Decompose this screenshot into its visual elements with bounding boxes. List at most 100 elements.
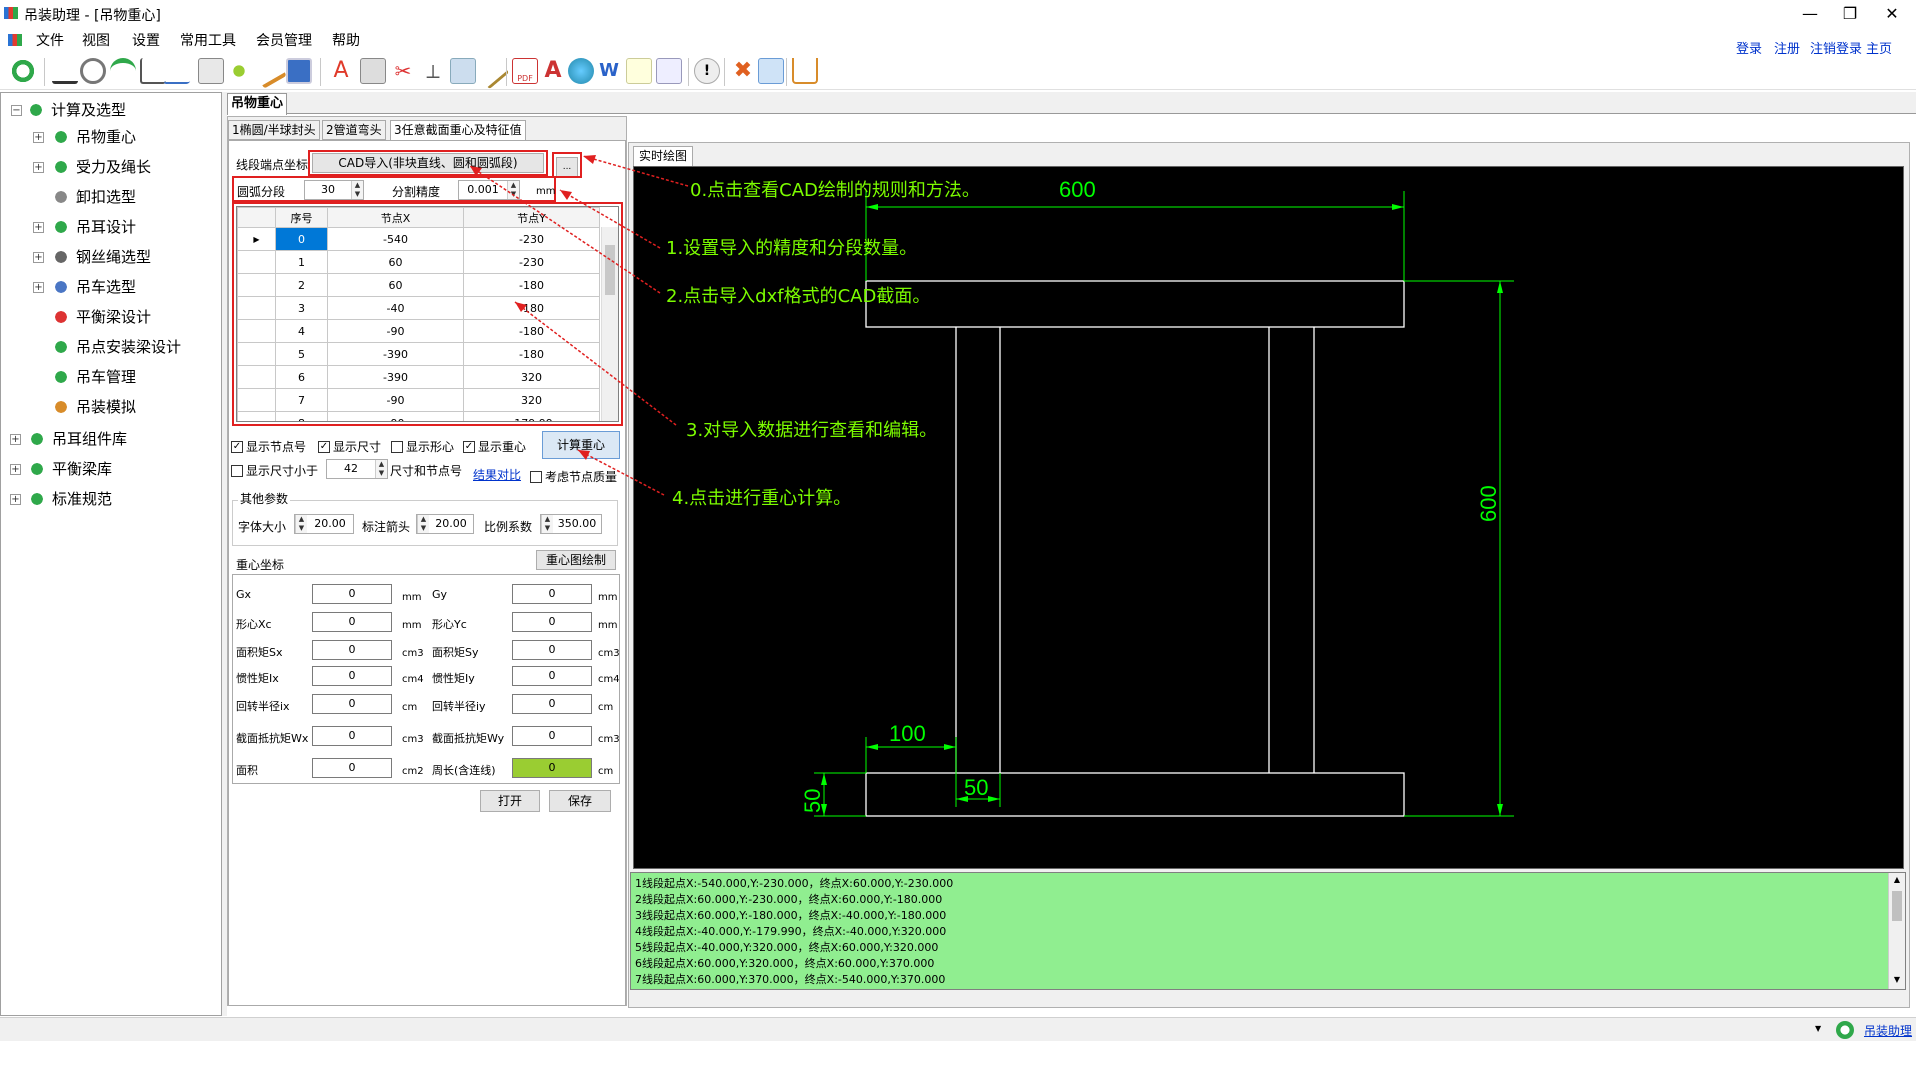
- cell-index[interactable]: 4: [275, 319, 328, 343]
- simulation-icon[interactable]: [286, 58, 312, 84]
- tree-collapse-toggle[interactable]: −: [11, 105, 22, 116]
- calc-cog-button[interactable]: 计算重心: [542, 431, 620, 459]
- scroll-up-icon[interactable]: ▲: [1889, 875, 1905, 887]
- tree-item[interactable]: 受力及绳长: [52, 156, 151, 177]
- arrow-input[interactable]: ▲ ▼ 20.00: [416, 514, 474, 534]
- tree-item[interactable]: 吊车管理: [52, 366, 136, 387]
- show-cog-checkbox[interactable]: ✓ 显示重心: [463, 438, 526, 455]
- menu-tools[interactable]: 常用工具: [180, 30, 236, 50]
- cell-y[interactable]: -230: [463, 250, 600, 274]
- segment-log[interactable]: 1线段起点X:-540.000,Y:-230.000，终点X:60.000,Y:…: [630, 872, 1906, 990]
- cell-x[interactable]: -90: [327, 388, 464, 412]
- tab-ellipse-head[interactable]: 1椭圆/半球封头: [228, 120, 320, 140]
- tree-item[interactable]: 吊点安装梁设计: [52, 336, 181, 357]
- cog-field-value[interactable]: 0: [512, 758, 592, 778]
- minimize-button[interactable]: —: [1790, 2, 1830, 26]
- node-grid[interactable]: 序号 节点X 节点Y ▶ 0 -540 -230 1 60 -230 2 60 -180 3 -40-…: [236, 206, 619, 422]
- cell-x[interactable]: -40: [327, 296, 464, 320]
- cut-icon[interactable]: ✂: [390, 58, 416, 84]
- menu-help[interactable]: 帮助: [332, 30, 360, 50]
- spin-arrows-icon[interactable]: ▲ ▼: [375, 460, 387, 478]
- cell-y[interactable]: -180: [463, 296, 600, 320]
- spin-arrows-icon[interactable]: ▲ ▼: [351, 181, 363, 199]
- show-dims-checkbox[interactable]: ✓ 显示尺寸: [318, 438, 381, 455]
- tree-item[interactable]: 卸扣选型: [52, 186, 136, 207]
- cell-x[interactable]: 60: [327, 250, 464, 274]
- row-selector[interactable]: [237, 365, 276, 389]
- menu-file[interactable]: 文件: [36, 30, 64, 50]
- table-row[interactable]: 5 -390 -180: [237, 342, 600, 366]
- tree-expand-toggle[interactable]: +: [33, 132, 44, 143]
- table-row[interactable]: 4 -90 -180: [237, 319, 600, 343]
- cell-y[interactable]: -230: [463, 227, 600, 251]
- tree-item[interactable]: 吊物重心: [52, 126, 136, 147]
- cog-field-value[interactable]: 0: [312, 758, 392, 778]
- open-button[interactable]: 打开: [480, 790, 540, 812]
- cell-y[interactable]: -180: [463, 273, 600, 297]
- spin-arrows-icon[interactable]: ▲ ▼: [295, 515, 307, 533]
- row-selector[interactable]: [237, 319, 276, 343]
- precision-input[interactable]: 0.001 ▲ ▼: [458, 180, 520, 200]
- menu-member[interactable]: 会员管理: [256, 30, 312, 50]
- grid-scrollbar[interactable]: [601, 227, 618, 421]
- table-row[interactable]: ▶ 0 -540 -230: [237, 227, 600, 251]
- cart-icon[interactable]: [792, 58, 818, 84]
- cell-index[interactable]: 5: [275, 342, 328, 366]
- tree-expand-toggle[interactable]: +: [33, 252, 44, 263]
- scale-input[interactable]: ▲ ▼ 350.00: [540, 514, 602, 534]
- restore-button[interactable]: ❐: [1830, 2, 1870, 26]
- tab-cog[interactable]: 吊物重心: [227, 93, 287, 115]
- spin-arrows-icon[interactable]: ▲ ▼: [507, 181, 519, 199]
- row-selector[interactable]: [237, 296, 276, 320]
- drawing-canvas[interactable]: 600 600 100 50 50: [633, 166, 1904, 869]
- tree-expand-toggle[interactable]: +: [10, 464, 21, 475]
- tree-expand-toggle[interactable]: +: [33, 222, 44, 233]
- dims-less-input[interactable]: 42 ▲ ▼: [326, 459, 388, 479]
- compare-link[interactable]: 结果对比: [473, 466, 521, 483]
- cell-y[interactable]: -179.99: [463, 411, 600, 421]
- tree-item[interactable]: 平衡梁设计: [52, 306, 151, 327]
- pdf-icon[interactable]: PDF: [512, 58, 538, 84]
- spin-arrows-icon[interactable]: ▲ ▼: [541, 515, 553, 533]
- cell-y[interactable]: 320: [463, 388, 600, 412]
- cell-index[interactable]: 8: [275, 411, 328, 421]
- tree-item[interactable]: 吊车选型: [52, 276, 136, 297]
- node-mass-checkbox[interactable]: 考虑节点质量: [530, 468, 617, 485]
- lifting-cog-icon[interactable]: [52, 58, 78, 84]
- cog-field-value[interactable]: 0: [312, 726, 392, 746]
- table-row[interactable]: 6 -390 320: [237, 365, 600, 389]
- cell-index[interactable]: 2: [275, 273, 328, 297]
- font-size-input[interactable]: ▲ ▼ 20.00: [294, 514, 354, 534]
- tab-any-section[interactable]: 3任意截面重心及特征值: [390, 120, 526, 141]
- cell-x[interactable]: -540: [327, 227, 464, 251]
- send-icon[interactable]: [758, 58, 784, 84]
- row-selector[interactable]: [237, 388, 276, 412]
- close-button[interactable]: ✕: [1872, 2, 1912, 26]
- tree-root-calc[interactable]: 计算及选型: [27, 99, 126, 120]
- notes-icon[interactable]: [626, 58, 652, 84]
- cell-x[interactable]: -90: [327, 411, 464, 421]
- wire-rope-icon[interactable]: [140, 58, 166, 84]
- save-button[interactable]: 保存: [549, 790, 611, 812]
- tab-realtime-drawing[interactable]: 实时绘图: [633, 146, 693, 166]
- cog-field-value[interactable]: 0: [312, 666, 392, 686]
- spreader-beam-icon[interactable]: [198, 58, 224, 84]
- cell-y[interactable]: -180: [463, 319, 600, 343]
- cog-field-value[interactable]: 0: [512, 612, 592, 632]
- globe-icon[interactable]: [568, 58, 594, 84]
- row-selector[interactable]: [237, 411, 276, 421]
- cell-index[interactable]: 3: [275, 296, 328, 320]
- info-icon[interactable]: !: [694, 58, 720, 84]
- cell-x[interactable]: 60: [327, 273, 464, 297]
- chart-icon[interactable]: [450, 58, 476, 84]
- table-row[interactable]: 7 -90 320: [237, 388, 600, 412]
- app-home-icon[interactable]: [10, 58, 36, 84]
- tree-expand-toggle[interactable]: +: [33, 162, 44, 173]
- tree-expand-toggle[interactable]: +: [10, 494, 21, 505]
- show-dims-less-checkbox[interactable]: 显示尺寸小于: [231, 462, 318, 479]
- table-row[interactable]: 3 -40 -180: [237, 296, 600, 320]
- shackle-icon[interactable]: [80, 58, 106, 84]
- tools-icon[interactable]: ✖: [730, 58, 756, 84]
- spin-arrows-icon[interactable]: ▲ ▼: [417, 515, 429, 533]
- lug-icon[interactable]: [110, 58, 136, 84]
